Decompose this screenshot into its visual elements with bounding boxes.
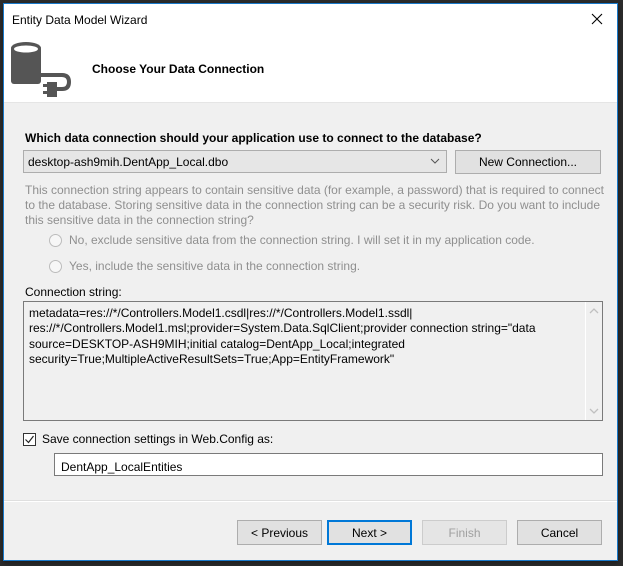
radio-button[interactable] [49,233,62,247]
title-bar: Entity Data Model Wizard [4,4,617,34]
sensitive-data-message: This connection string appears to contai… [25,183,604,227]
save-settings-checkbox[interactable] [23,432,36,446]
radio-button[interactable] [49,259,62,273]
wizard-header: Choose Your Data Connection [4,34,617,103]
scroll-down-icon[interactable] [589,407,599,415]
connection-string-label: Connection string: [25,285,122,299]
database-plug-icon [11,42,72,97]
page-title: Choose Your Data Connection [92,62,265,76]
chevron-down-icon [430,158,440,164]
finish-button[interactable]: Finish [422,520,507,545]
save-settings-checkbox-row[interactable]: Save connection settings in Web.Config a… [23,432,273,446]
connection-string-value: metadata=res://*/Controllers.Model1.csdl… [29,306,536,366]
footer-divider [4,500,617,502]
connection-dropdown-value: desktop-ash9mih.DentApp_Local.dbo [28,155,229,169]
entities-name-input[interactable] [54,453,603,476]
include-sensitive-radio[interactable]: Yes, include the sensitive data in the c… [49,259,360,273]
next-button[interactable]: Next > [327,520,412,545]
new-connection-button[interactable]: New Connection... [455,150,601,174]
window-title: Entity Data Model Wizard [12,13,148,27]
include-sensitive-label: Yes, include the sensitive data in the c… [69,259,361,273]
scroll-up-icon[interactable] [589,307,599,315]
save-settings-label: Save connection settings in Web.Config a… [42,432,274,446]
exclude-sensitive-label: No, exclude sensitive data from the conn… [69,233,535,247]
checkmark-icon [25,435,34,443]
close-icon [591,13,603,25]
connection-question: Which data connection should your applic… [25,131,482,145]
connection-dropdown[interactable]: desktop-ash9mih.DentApp_Local.dbo [23,150,447,173]
exclude-sensitive-radio[interactable]: No, exclude sensitive data from the conn… [49,233,535,247]
close-button[interactable] [577,4,617,34]
previous-button[interactable]: < Previous [237,520,322,545]
connection-string-textbox[interactable]: metadata=res://*/Controllers.Model1.csdl… [23,301,603,421]
wizard-window: Entity Data Model Wizard Choose Your Dat… [3,3,618,561]
vertical-scrollbar[interactable] [585,302,602,420]
cancel-button[interactable]: Cancel [517,520,602,545]
